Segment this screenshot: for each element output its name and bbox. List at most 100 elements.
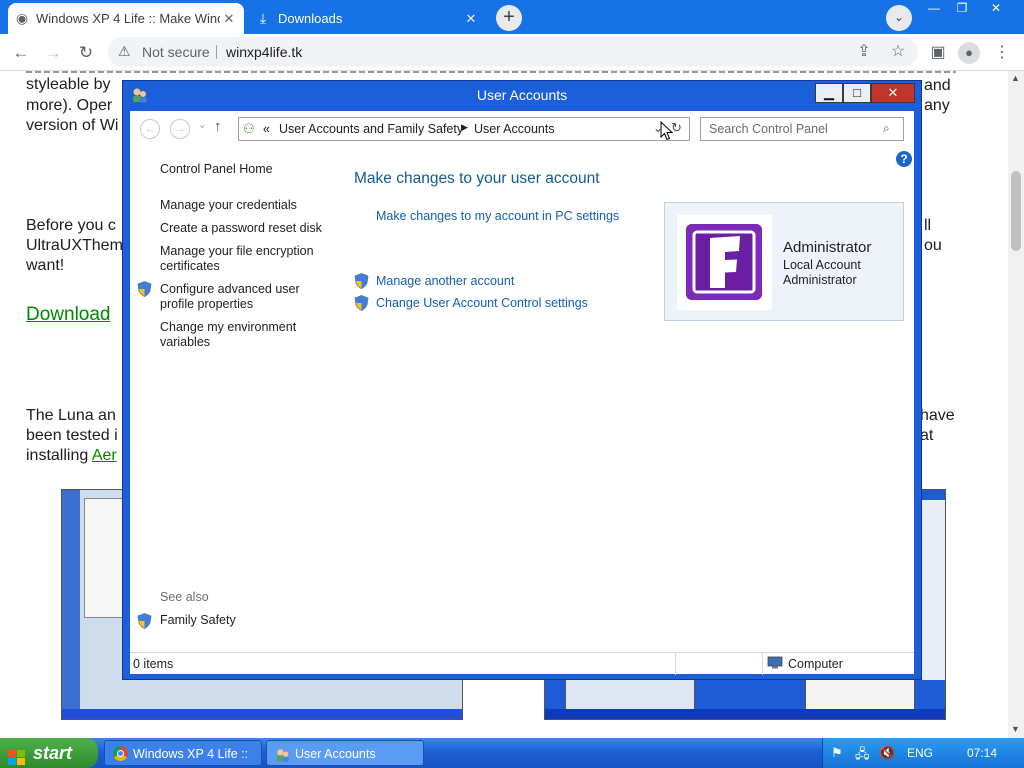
manage-credentials-link[interactable]: Manage your credentials xyxy=(160,198,297,213)
tab-downloads[interactable]: ⤓ Downloads ✕ xyxy=(248,3,486,34)
page-text: been tested i xyxy=(26,427,118,444)
manage-file-encryption-certificates-link[interactable]: Manage your file encryption certificates xyxy=(160,244,320,274)
kebab-menu-icon[interactable]: ⋮ xyxy=(990,40,1014,66)
taskbar-item-browser[interactable]: Windows XP 4 Life :: ... xyxy=(104,740,262,766)
chrome-icon xyxy=(113,746,128,761)
user-accounts-icon xyxy=(275,746,291,768)
close-window-icon[interactable]: ✕ xyxy=(982,0,1010,18)
download-link[interactable]: Download xyxy=(26,304,111,326)
windows-flag-icon xyxy=(8,745,26,765)
system-tray: ⚑ 🖧 🔇 ENG 07:14 xyxy=(822,738,1024,768)
see-also-heading: See also xyxy=(160,590,209,604)
action-center-flag-icon[interactable]: ⚑ xyxy=(831,745,843,761)
breadcrumb-separator-icon: ▶ xyxy=(461,122,468,132)
fortnite-logo-icon xyxy=(686,224,762,300)
location-label: Computer xyxy=(788,657,843,671)
breadcrumb-item-user-accounts[interactable]: User Accounts xyxy=(474,122,555,136)
family-safety-link[interactable]: Family Safety xyxy=(160,613,236,628)
manage-another-account-link[interactable]: Manage another account xyxy=(376,274,514,289)
minimize-icon[interactable]: — xyxy=(920,0,948,18)
page-text: ll xyxy=(924,217,932,234)
help-icon[interactable]: ? xyxy=(896,151,912,167)
configure-advanced-user-profile-link[interactable]: Configure advanced user profile properti… xyxy=(160,282,310,312)
dialog-title: User Accounts xyxy=(476,87,568,103)
reload-icon[interactable]: ↻ xyxy=(73,40,99,66)
search-placeholder: Search Control Panel xyxy=(709,122,828,136)
breadcrumb-overflow[interactable]: « xyxy=(263,122,270,136)
avatar-frame xyxy=(677,215,772,310)
user-accounts-window[interactable]: User Accounts ▁ □ ✕ ← → ⌄ ↑ ⚇ « User Acc… xyxy=(122,80,922,680)
bookmark-star-icon[interactable]: ☆ xyxy=(886,39,910,65)
not-secure-label[interactable]: Not secure xyxy=(142,44,210,60)
omnibox-divider xyxy=(216,45,217,59)
search-icon: ⌕ xyxy=(883,121,890,135)
breadcrumb-item-user-accounts-family-safety[interactable]: User Accounts and Family Safety xyxy=(279,122,463,136)
scroll-up-arrow-icon[interactable]: ▲ xyxy=(1011,73,1020,83)
up-arrow-icon[interactable]: ↑ xyxy=(214,118,222,135)
share-icon[interactable]: ⇪ xyxy=(852,39,876,65)
taskbar-item-label: Windows XP 4 Life :: ... xyxy=(133,747,249,761)
taskbar: start Windows XP 4 Life :: ... User Acco… xyxy=(0,738,1024,768)
scrollbar-thumb[interactable] xyxy=(1011,171,1021,251)
start-button[interactable]: start xyxy=(0,738,98,768)
change-environment-variables-link[interactable]: Change my environment variables xyxy=(160,320,310,350)
page-text: styleable by xyxy=(26,76,111,93)
aero-link[interactable]: Aer xyxy=(92,447,117,464)
avatar[interactable] xyxy=(686,224,762,300)
page-text: ou xyxy=(924,237,942,254)
volume-muted-icon[interactable]: 🔇 xyxy=(879,745,895,761)
page-text: Before you c xyxy=(26,217,116,234)
page-title: Make changes to your user account xyxy=(354,170,600,187)
new-tab-button[interactable]: + xyxy=(496,5,522,31)
explorer-address-row: ← → ⌄ ↑ ⚇ « User Accounts and Family Saf… xyxy=(130,111,914,144)
close-tab-icon[interactable]: ✕ xyxy=(462,11,480,27)
family-safety-shield-icon xyxy=(137,613,152,629)
side-panel-icon[interactable]: ▣ xyxy=(926,40,950,66)
account-role: Administrator xyxy=(783,273,857,287)
tab-title: Windows XP 4 Life :: Make Windo xyxy=(36,11,220,26)
tab-search-chevron-icon[interactable]: ⌄ xyxy=(886,5,912,31)
url-text[interactable]: winxp4life.tk xyxy=(226,44,302,60)
clipped-top-line xyxy=(26,71,956,75)
maximize-icon[interactable]: □ xyxy=(843,83,871,103)
create-password-reset-disk-link[interactable]: Create a password reset disk xyxy=(160,221,322,236)
profile-avatar-icon[interactable]: ● xyxy=(957,40,981,66)
page-text: any xyxy=(924,97,950,114)
globe-icon: ◉ xyxy=(15,10,29,26)
back-arrow-icon[interactable]: ← xyxy=(140,119,160,139)
close-tab-icon[interactable]: ✕ xyxy=(220,11,238,27)
taskbar-item-user-accounts[interactable]: User Accounts xyxy=(266,740,424,766)
control-panel-client: ← → ⌄ ↑ ⚇ « User Accounts and Family Saf… xyxy=(130,111,914,675)
forward-arrow-icon[interactable]: → xyxy=(170,119,190,139)
search-control-panel-input[interactable]: Search Control Panel ⌕ xyxy=(700,117,904,141)
item-count: 0 items xyxy=(133,657,174,671)
pc-settings-link[interactable]: Make changes to my account in PC setting… xyxy=(376,209,619,224)
breadcrumb-address-box[interactable]: ⚇ « User Accounts and Family Safety ▶ Us… xyxy=(238,117,690,141)
minimize-icon[interactable]: ▁ xyxy=(815,83,843,103)
tab-windows-xp-4-life[interactable]: ◉ Windows XP 4 Life :: Make Windo ✕ xyxy=(8,3,244,34)
restore-icon[interactable]: ❐ xyxy=(948,0,976,18)
warning-triangle-icon: ⚠ xyxy=(118,43,131,59)
uac-shield-icon xyxy=(137,281,152,297)
page-text: version of Wi xyxy=(26,117,119,134)
page-text: more). Oper xyxy=(26,97,113,114)
status-divider xyxy=(762,653,763,675)
page-text: at xyxy=(920,427,934,444)
address-bar[interactable]: ⚠ Not secure winxp4life.tk ⇪ ☆ xyxy=(108,37,918,67)
tab-title: Downloads xyxy=(278,11,343,26)
back-arrow-icon[interactable]: ← xyxy=(8,40,34,66)
page-text: have xyxy=(920,407,955,424)
language-indicator[interactable]: ENG xyxy=(907,746,933,760)
clock[interactable]: 07:14 xyxy=(967,746,997,760)
network-icon[interactable]: 🖧 xyxy=(855,745,870,767)
change-uac-settings-link[interactable]: Change User Account Control settings xyxy=(376,296,588,311)
start-label: start xyxy=(33,743,73,763)
recent-locations-chevron-icon[interactable]: ⌄ xyxy=(198,120,206,131)
control-panel-home-link[interactable]: Control Panel Home xyxy=(160,162,273,177)
page-scrollbar[interactable]: ▲ ▼ xyxy=(1008,71,1024,738)
page-text: want! xyxy=(26,257,65,274)
forward-arrow-icon[interactable]: → xyxy=(40,40,66,66)
scroll-down-arrow-icon[interactable]: ▼ xyxy=(1011,724,1020,734)
account-type: Local Account xyxy=(783,258,861,272)
close-icon[interactable]: ✕ xyxy=(871,83,915,103)
